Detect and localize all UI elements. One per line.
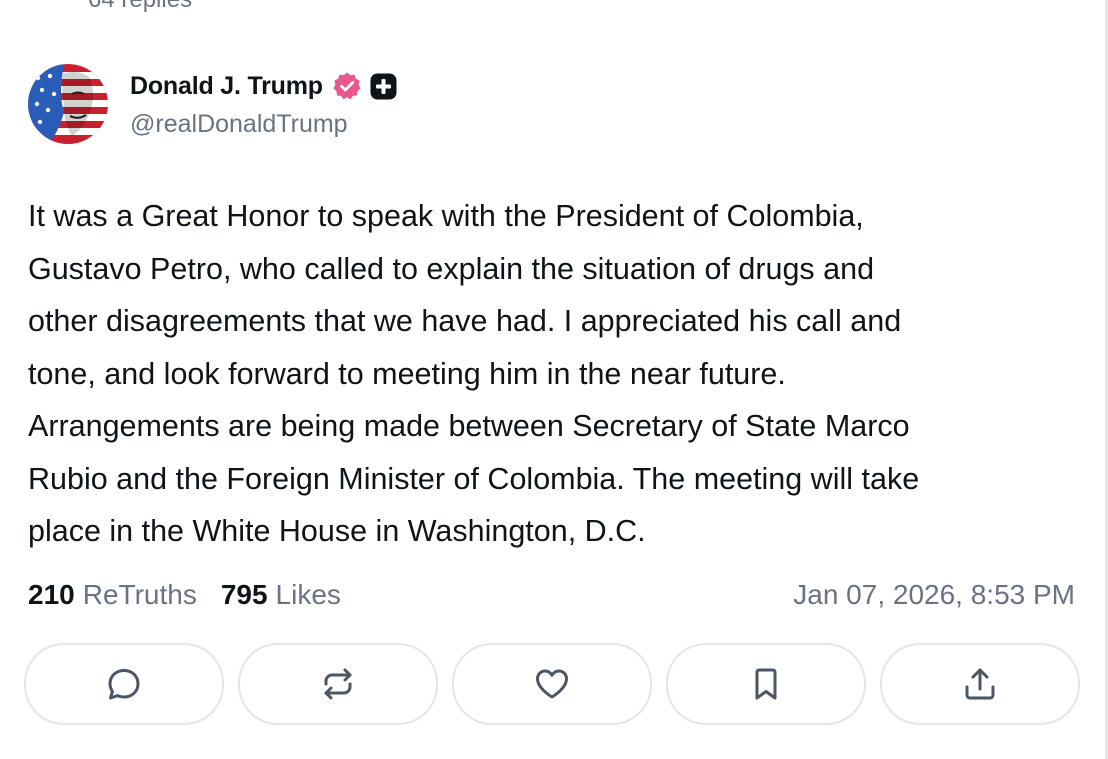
avatar-image — [28, 64, 108, 144]
heart-icon — [536, 669, 568, 699]
share-button[interactable] — [880, 643, 1080, 725]
reply-button[interactable] — [24, 643, 224, 725]
author-display-name[interactable]: Donald J. Trump — [130, 72, 323, 101]
verified-badge-icon — [332, 71, 362, 101]
post-text: It was a Great Honor to speak with the P… — [28, 199, 920, 548]
truth-plus-icon — [370, 73, 397, 100]
post-actions-bar — [24, 643, 1080, 725]
likes-count[interactable]: 795 — [221, 579, 268, 611]
retruths-count[interactable]: 210 — [28, 579, 75, 611]
retruths-label[interactable]: ReTruths — [83, 579, 197, 611]
reply-icon — [108, 669, 140, 700]
bookmark-icon — [755, 668, 777, 700]
like-button[interactable] — [452, 643, 652, 725]
retruth-icon — [324, 668, 352, 700]
bookmark-button[interactable] — [666, 643, 866, 725]
post-stats: 210 ReTruths 795 Likes — [28, 576, 341, 614]
author-handle[interactable]: @realDonaldTrump — [130, 110, 348, 139]
previous-post-replies-count[interactable]: 64 replies — [88, 0, 192, 14]
post-timestamp: Jan 07, 2026, 8:53 PM — [793, 579, 1075, 610]
likes-label[interactable]: Likes — [276, 579, 341, 611]
share-icon — [965, 668, 995, 700]
retruth-button[interactable] — [238, 643, 438, 725]
avatar[interactable] — [28, 64, 108, 144]
author-name-row: Donald J. Trump — [130, 68, 397, 104]
